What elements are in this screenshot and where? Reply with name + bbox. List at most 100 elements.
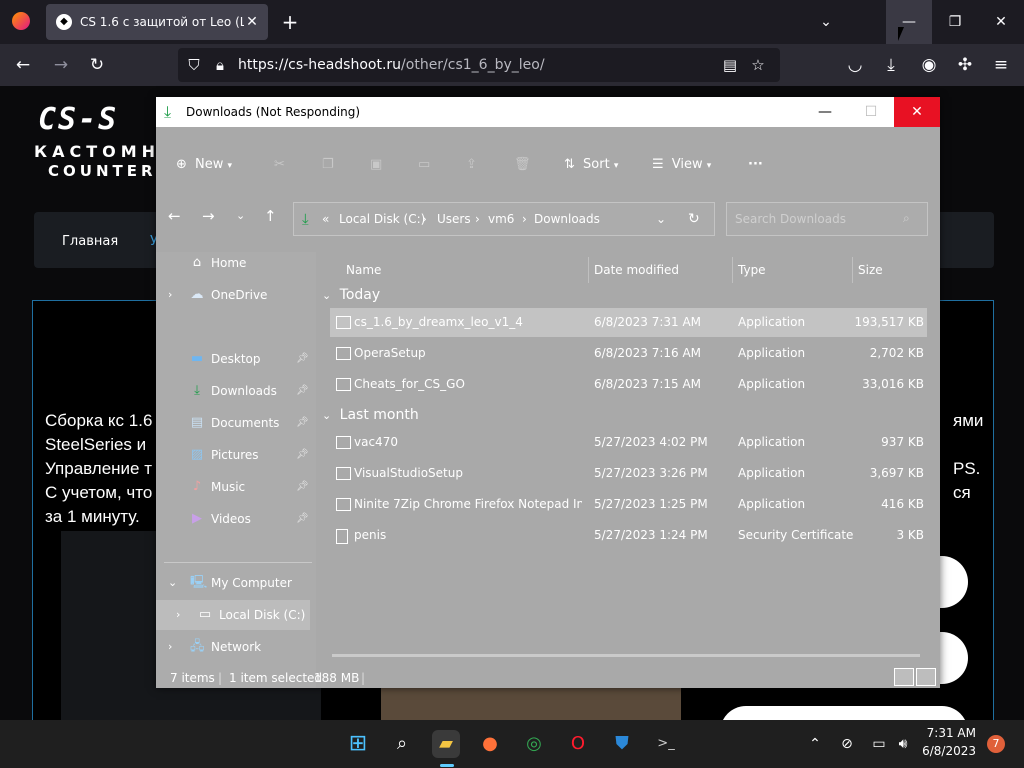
file-row[interactable]: VisualStudioSetup 5/27/2023 3:26 PM Appl… bbox=[330, 459, 927, 488]
expand-chevron-icon[interactable]: › bbox=[168, 280, 172, 310]
view-button[interactable]: ☰ View ▾ bbox=[652, 155, 711, 175]
copy-icon[interactable]: ❐ bbox=[322, 155, 334, 175]
expand-chevron-icon[interactable]: › bbox=[176, 600, 180, 630]
explorer-close-button[interactable]: ✕ bbox=[894, 97, 940, 127]
nav-item-desktop[interactable]: ▬ Desktop 📌︎ bbox=[156, 344, 316, 374]
site-pill-button-3[interactable] bbox=[720, 706, 968, 720]
expand-chevron-icon[interactable]: › bbox=[168, 632, 172, 662]
url-bar[interactable]: ⛉ 🔒︎ https://cs-headshoot.ru/other/cs1_6… bbox=[178, 48, 780, 82]
cut-icon[interactable]: ✂ bbox=[274, 155, 285, 175]
file-row[interactable]: penis 5/27/2023 1:24 PM Security Certifi… bbox=[330, 521, 927, 550]
explorer-title-bar[interactable]: ⤓ Downloads (Not Responding) — ☐ ✕ bbox=[156, 97, 940, 127]
column-divider[interactable] bbox=[588, 257, 589, 283]
chrome-icon[interactable]: ◎ bbox=[520, 730, 548, 758]
file-explorer-icon[interactable]: ▰ bbox=[432, 730, 460, 758]
nav-item-documents[interactable]: ▤ Documents 📌︎ bbox=[156, 408, 316, 438]
list-all-tabs-chevron-icon[interactable]: ⌄ bbox=[812, 10, 840, 34]
share-icon[interactable]: ⇪ bbox=[466, 155, 477, 175]
nav-item-network[interactable]: › 🖧︎ Network bbox=[156, 632, 316, 662]
opera-icon[interactable]: O bbox=[564, 730, 592, 758]
new-button[interactable]: ⊕ New ▾ bbox=[176, 155, 232, 175]
firefox-icon[interactable]: ● bbox=[476, 730, 504, 758]
close-window-button[interactable]: ✕ bbox=[978, 0, 1024, 44]
restore-window-button[interactable]: ❐ bbox=[932, 0, 978, 44]
forward-arrow-icon[interactable]: → bbox=[202, 207, 215, 225]
address-bar[interactable]: ⤓ « Local Disk (C:) › Users › vm6 › Down… bbox=[293, 202, 715, 236]
file-row[interactable]: Cheats_for_CS_GO 6/8/2023 7:15 AM Applic… bbox=[330, 370, 927, 399]
delete-icon[interactable]: 🗑︎ bbox=[514, 155, 531, 175]
network-disconnected-icon[interactable]: ⊘ bbox=[836, 733, 858, 755]
tiles-view-icon[interactable] bbox=[916, 668, 936, 686]
bookmark-star-icon[interactable]: ☆ bbox=[746, 53, 770, 77]
extensions-icon[interactable]: ✣ bbox=[952, 53, 978, 77]
url-text[interactable]: https://cs-headshoot.ru/other/cs1_6_by_l… bbox=[238, 48, 545, 82]
breadcrumb-vm6[interactable]: vm6 bbox=[488, 203, 514, 235]
address-dropdown-chevron-icon[interactable]: ⌄ bbox=[656, 203, 666, 235]
breadcrumb-overflow-icon[interactable]: « bbox=[322, 203, 329, 235]
lock-icon[interactable]: 🔒︎ bbox=[208, 53, 232, 77]
nav-item-music[interactable]: ♪ Music 📌︎ bbox=[156, 472, 316, 502]
more-options-button[interactable]: ··· bbox=[748, 155, 763, 175]
breadcrumb-downloads[interactable]: Downloads bbox=[534, 203, 600, 235]
nav-item-onedrive[interactable]: › ☁ OneDrive bbox=[156, 280, 316, 310]
new-tab-button[interactable]: + bbox=[278, 10, 302, 34]
group-header-today[interactable]: ⌄ Today bbox=[322, 284, 380, 306]
refresh-icon[interactable]: ↻ bbox=[688, 203, 700, 235]
back-arrow-icon[interactable]: ← bbox=[168, 207, 181, 225]
nav-item-home[interactable]: ⌂ Home bbox=[156, 248, 316, 278]
nav-item-downloads[interactable]: ⤓ Downloads 📌︎ bbox=[156, 376, 316, 406]
display-icon[interactable]: ▭ bbox=[868, 733, 890, 755]
nav-item-pictures[interactable]: ▨ Pictures 📌︎ bbox=[156, 440, 316, 470]
search-icon[interactable]: ⌕ bbox=[388, 730, 416, 758]
recent-locations-chevron-icon[interactable]: ⌄ bbox=[236, 209, 245, 222]
terminal-icon[interactable]: >_ bbox=[652, 730, 680, 758]
file-row[interactable]: OperaSetup 6/8/2023 7:16 AM Application … bbox=[330, 339, 927, 368]
close-tab-icon[interactable]: ✕ bbox=[244, 14, 260, 30]
site-logo[interactable]: CS-S bbox=[38, 102, 118, 137]
search-input[interactable]: Search Downloads ⌕ bbox=[726, 202, 928, 236]
downloads-icon[interactable]: ⤓ bbox=[878, 53, 904, 77]
up-arrow-icon[interactable]: ↑ bbox=[264, 207, 277, 225]
column-header-type[interactable]: Type bbox=[738, 257, 766, 283]
back-arrow-icon[interactable]: ← bbox=[10, 53, 36, 77]
tracking-shield-icon[interactable]: ⛉ bbox=[182, 53, 206, 77]
clock-time[interactable]: 7:31 AM bbox=[926, 726, 976, 740]
app-menu-icon[interactable]: ≡ bbox=[988, 53, 1014, 77]
paste-icon[interactable]: ▣ bbox=[370, 155, 382, 175]
column-divider[interactable] bbox=[732, 257, 733, 283]
breadcrumb-users[interactable]: Users bbox=[437, 203, 471, 235]
minimize-window-button[interactable]: — bbox=[886, 0, 932, 44]
start-windows-icon[interactable]: ⊞ bbox=[344, 730, 372, 758]
notification-badge[interactable]: 7 bbox=[987, 735, 1005, 753]
pocket-icon[interactable]: ◡ bbox=[842, 53, 868, 77]
show-hidden-icons-chevron-icon[interactable]: ⌃ bbox=[804, 733, 826, 755]
collapse-chevron-icon[interactable]: ⌄ bbox=[168, 568, 177, 598]
file-row[interactable]: cs_1.6_by_dreamx_leo_v1_4 6/8/2023 7:31 … bbox=[330, 308, 927, 337]
explorer-minimize-button[interactable]: — bbox=[802, 97, 848, 127]
rename-icon[interactable]: ▭ bbox=[418, 155, 430, 175]
firefox-menu-icon[interactable] bbox=[12, 12, 30, 30]
windows-security-shield-icon[interactable]: ⛊ bbox=[608, 730, 636, 758]
forward-arrow-icon[interactable]: → bbox=[48, 53, 74, 77]
explorer-maximize-button[interactable]: ☐ bbox=[848, 97, 894, 127]
volume-icon[interactable]: 🔊︎ bbox=[892, 733, 914, 755]
account-icon[interactable]: ◉ bbox=[916, 53, 942, 77]
horizontal-scrollbar[interactable] bbox=[332, 654, 920, 657]
column-header-name[interactable]: Name bbox=[346, 257, 381, 283]
column-header-date[interactable]: Date modified bbox=[594, 257, 679, 283]
file-row[interactable]: Ninite 7Zip Chrome Firefox Notepad Inst.… bbox=[330, 490, 927, 519]
column-divider[interactable] bbox=[852, 257, 853, 283]
reload-icon[interactable]: ↻ bbox=[84, 53, 110, 77]
browser-tab[interactable]: ◆ CS 1.6 с защитой от Leo (Leo) ✕ bbox=[46, 4, 268, 40]
sort-button[interactable]: ⇅ Sort ▾ bbox=[564, 155, 618, 175]
column-header-size[interactable]: Size bbox=[858, 257, 883, 283]
breadcrumb-local-disk[interactable]: Local Disk (C:) bbox=[339, 203, 425, 235]
nav-item-videos[interactable]: ▶ Videos 📌︎ bbox=[156, 504, 316, 534]
nav-item-my-computer[interactable]: ⌄ 🖳︎ My Computer bbox=[156, 568, 316, 598]
reader-view-icon[interactable]: ▤ bbox=[718, 53, 742, 77]
group-header-last-month[interactable]: ⌄ Last month bbox=[322, 404, 419, 426]
site-nav-home-link[interactable]: Главная bbox=[62, 234, 118, 249]
file-row[interactable]: vac470 5/27/2023 4:02 PM Application 937… bbox=[330, 428, 927, 457]
clock-date[interactable]: 6/8/2023 bbox=[916, 744, 976, 758]
nav-item-local-disk[interactable]: › ▭ Local Disk (C:) bbox=[156, 600, 310, 630]
